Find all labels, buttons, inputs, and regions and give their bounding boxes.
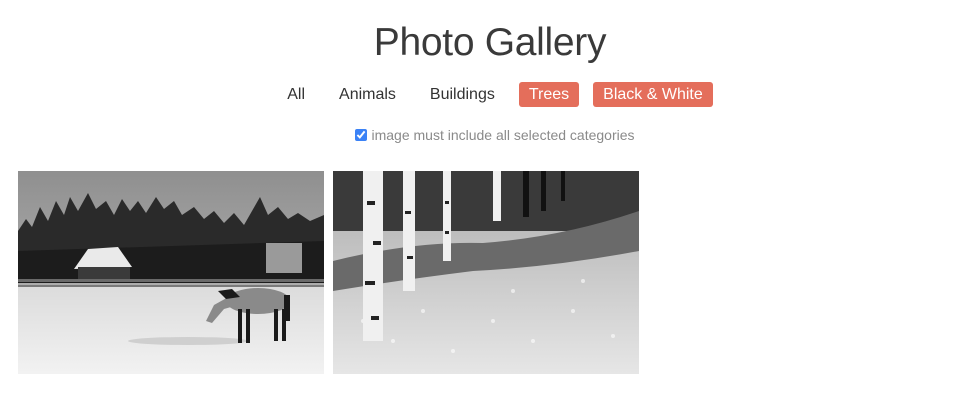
horse-photo-image (18, 171, 324, 374)
photo-gallery-page: Photo Gallery All Animals Buildings Tree… (0, 0, 960, 405)
filter-trees-button[interactable]: Trees (518, 82, 580, 107)
filter-buildings-button[interactable]: Buildings (420, 82, 505, 107)
filter-animals-button[interactable]: Animals (329, 82, 406, 107)
gallery-photo-birch-trees[interactable] (333, 171, 639, 374)
filter-all-button[interactable]: All (277, 82, 315, 107)
match-all-option[interactable]: image must include all selected categori… (0, 127, 960, 143)
photo-grid (18, 171, 639, 374)
match-all-label: image must include all selected categori… (371, 127, 635, 143)
match-all-checkbox[interactable] (355, 129, 368, 141)
category-filter-bar: All Animals Buildings Trees Black & Whit… (0, 82, 960, 107)
page-title: Photo Gallery (373, 21, 607, 64)
birch-photo-image (333, 171, 639, 374)
filter-black-white-button[interactable]: Black & White (593, 82, 713, 107)
gallery-photo-horse[interactable] (18, 171, 324, 374)
